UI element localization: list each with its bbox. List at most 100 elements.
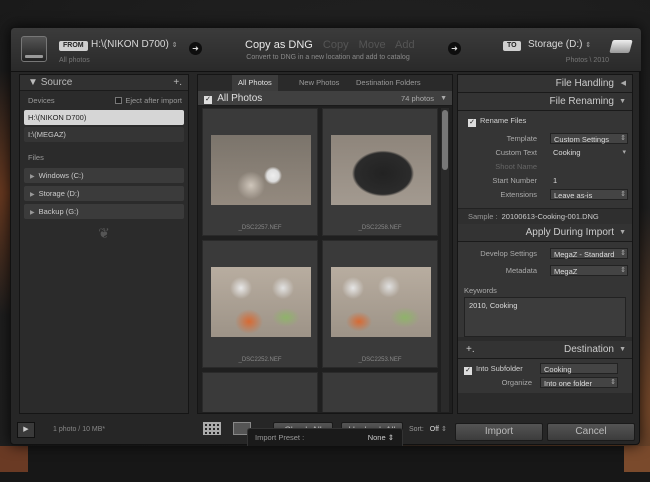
photo-count: 74 photos [401,94,434,103]
grid-scrollbar[interactable] [441,108,449,412]
import-header: FROM H:\(NIKON D700) ⇕ All photos ➜ Copy… [11,28,641,72]
tab-all-photos[interactable]: All Photos [232,75,278,91]
develop-settings-row: Develop Settings MegaZ - Standard [462,247,628,261]
expand-dialog-button[interactable]: ▶ [17,422,35,438]
thumbnail-cell[interactable]: _DSC2257.NEF [202,108,318,236]
destination-section: ✓ Into Subfolder Cooking Organize Into on… [458,359,632,393]
file-volume-item[interactable]: ▶ Windows (C:) [24,168,184,183]
background-filmstrip [0,446,650,482]
sample-label: Sample : [468,212,498,221]
devices-section: Devices Eject after import [20,91,188,108]
file-volume-item[interactable]: ▶ Storage (D:) [24,186,184,201]
into-subfolder-row: ✓ Into Subfolder Cooking [462,362,628,376]
photo-thumbnail [211,267,311,337]
thumbnail-cell[interactable]: _DSC2253.NEF [322,240,438,368]
background-thumb [624,446,650,472]
metadata-label: Metadata [505,266,537,275]
eject-after-import-checkbox[interactable]: Eject after import [115,96,182,105]
scrollbar-thumb[interactable] [442,110,448,170]
collapse-triangle-icon[interactable]: ▼ [440,91,447,106]
check-icon: ✓ [468,119,476,127]
selection-info: 1 photo / 10 MB* [53,426,106,433]
source-panel-title: Source [40,77,73,88]
tab-new-photos[interactable]: New Photos [293,75,345,91]
eject-label: Eject after import [125,96,182,105]
cancel-button[interactable]: Cancel [547,423,635,441]
organize-label: Organize [501,378,532,387]
settings-panel: File Handling ◀ File Renaming ▼ ✓ Rename … [457,74,633,414]
device-item[interactable]: I:\(MEGAZ) [24,127,184,142]
start-number-field[interactable]: 1 [550,175,628,186]
tab-destination-folders[interactable]: Destination Folders [350,75,427,91]
photo-thumbnail [331,267,431,337]
mode-add[interactable]: Add [395,39,415,51]
file-renaming-section: ✓ Rename Files Template Custom Settings C… [458,111,632,208]
sort-value: Off [429,426,440,433]
check-icon[interactable]: ✓ [204,96,212,104]
destination-drive-icon[interactable] [609,40,633,53]
file-renaming-header[interactable]: File Renaming ▼ [458,93,632,111]
file-volume-item[interactable]: ▶ Backup (G:) [24,204,184,219]
keywords-textarea[interactable]: 2010, Cooking [464,297,626,337]
source-drive-icon[interactable] [21,36,47,62]
sample-value: 20100613-Cooking-001.DNG [501,212,599,221]
apply-during-import-header[interactable]: Apply During Import ▼ [458,224,632,242]
mode-copy-as-dng[interactable]: Copy as DNG [245,39,313,51]
arrow-right-icon: ➜ [448,42,461,55]
extensions-select[interactable]: Leave as-is [550,189,628,200]
apply-during-import-title: Apply During Import [525,227,614,238]
source-selector[interactable]: H:\(NIKON D700) ⇕ [91,39,177,50]
thumbnail-cell[interactable] [202,372,318,412]
thumbnail-cell[interactable] [322,372,438,412]
chevron-updown-icon: ⇕ [585,42,592,49]
sort-control[interactable]: Sort: Off ⇕ [409,425,447,433]
grid-view-icon[interactable] [203,422,221,435]
files-label: Files [28,153,44,162]
source-name: H:\(NIKON D700) [91,39,169,50]
mode-copy[interactable]: Copy [323,39,349,51]
source-panel: ▼ Source +. Devices Eject after import H… [19,74,189,414]
template-select[interactable]: Custom Settings [550,133,628,144]
mode-move[interactable]: Move [359,39,386,51]
checkbox-icon [115,97,123,104]
custom-text-row: Custom Text Cooking [462,146,628,160]
import-preset-value: None ⇕ [367,433,394,442]
import-preset-selector[interactable]: Import Preset : None ⇕ [247,428,403,446]
add-source-button[interactable]: +. [173,75,182,91]
shoot-name-label: Shoot Name [495,162,537,171]
device-item[interactable]: H:\(NIKON D700) [24,110,184,125]
thumbnail-filename: _DSC2253.NEF [358,357,402,363]
thumbnail-filename: _DSC2258.NEF [358,225,402,231]
file-handling-header[interactable]: File Handling ◀ [458,75,632,93]
destination-header[interactable]: +. Destination ▼ [458,341,632,359]
destination-selector[interactable]: Storage (D:) ⇕ [528,39,591,50]
volume-label: Backup (G:) [38,207,79,216]
devices-label: Devices [28,96,55,105]
sample-filename: Sample :20100613-Cooking-001.DNG [458,208,632,224]
photo-thumbnail [331,135,431,205]
check-icon[interactable]: ✓ [464,367,472,375]
source-panel-header[interactable]: ▼ Source +. [20,75,188,91]
keywords-label: Keywords [464,286,497,295]
photo-thumbnail [211,135,311,205]
thumbnail-cell[interactable]: _DSC2258.NEF [322,108,438,236]
thumbnail-filename: _DSC2252.NEF [238,357,282,363]
expand-triangle-icon: ▶ [30,192,35,198]
develop-settings-select[interactable]: MegaZ - Standard [550,248,628,259]
subfolder-name-field[interactable]: Cooking [540,363,618,374]
import-dialog: FROM H:\(NIKON D700) ⇕ All photos ➜ Copy… [10,27,641,446]
metadata-select[interactable]: MegaZ [550,265,628,276]
import-preset-label: Import Preset : [255,433,305,442]
from-tag: FROM [59,41,88,51]
import-button[interactable]: Import [455,423,543,441]
thumbnail-cell[interactable]: _DSC2252.NEF [202,240,318,368]
collapse-triangle-icon: ▼ [28,77,41,88]
expanded-triangle-icon: ▼ [619,229,626,236]
destination-add-button[interactable]: +. [466,341,475,359]
destination-name: Storage (D:) [528,39,583,50]
custom-text-field[interactable]: Cooking [550,147,628,158]
keywords-section: Keywords 2010, Cooking [458,282,632,337]
rename-files-checkbox[interactable]: ✓ Rename Files [462,114,628,128]
organize-select[interactable]: Into one folder [540,377,618,388]
sort-label: Sort: [409,426,424,433]
